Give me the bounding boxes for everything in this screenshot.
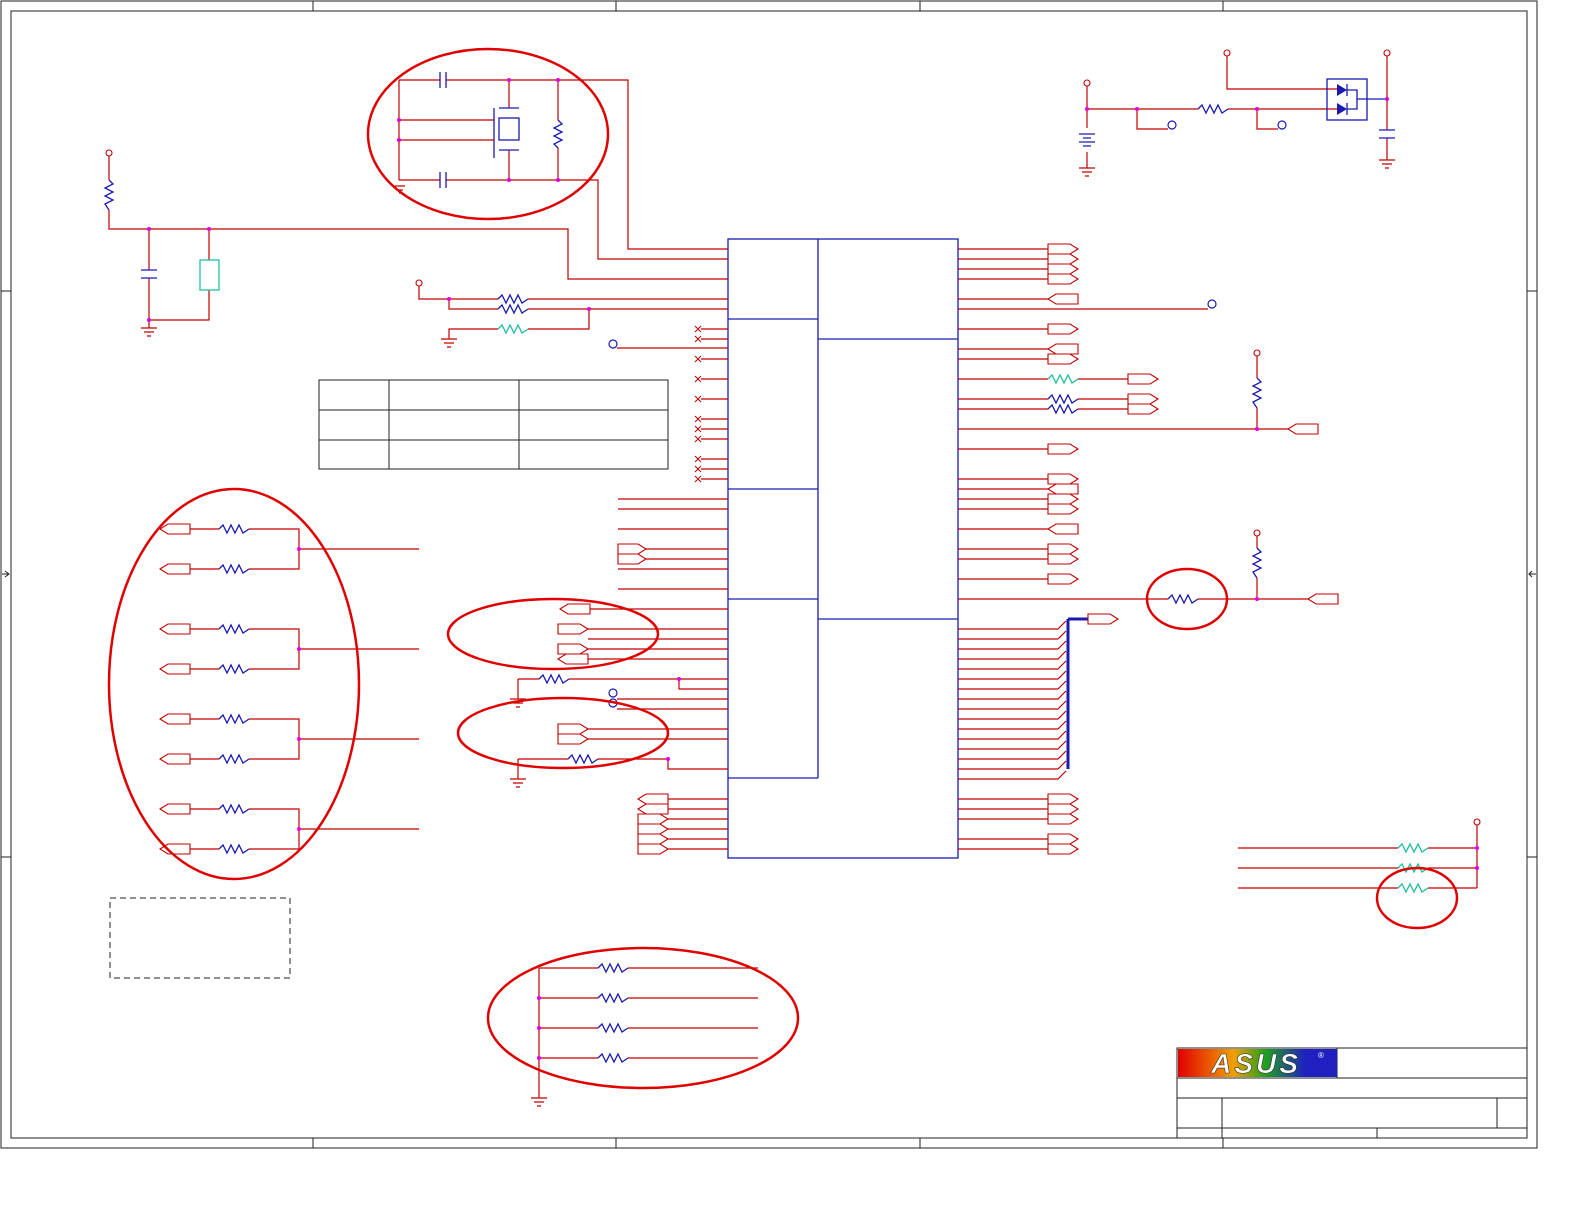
review-mark-pullup xyxy=(1375,866,1459,930)
pulldown-resistor-group xyxy=(531,962,758,1107)
pullup-resistors-right xyxy=(1238,818,1481,894)
review-mark-pulldown-group xyxy=(486,946,800,1090)
review-markups xyxy=(107,47,1459,1090)
ic-left-signals xyxy=(510,498,728,855)
logo-text: ASUS xyxy=(1210,1048,1301,1079)
ic-right-signals xyxy=(958,243,1339,605)
asus-logo: ASUS ® xyxy=(1178,1048,1337,1079)
no-connect-marks xyxy=(694,325,728,483)
strap-table xyxy=(318,379,669,470)
main-ic xyxy=(727,238,959,859)
review-mark-ports-upper xyxy=(446,597,660,671)
review-mark-termination-banks xyxy=(107,487,361,881)
schematic-sheet: ASUS ® xyxy=(0,0,1538,1149)
review-mark-crystal xyxy=(366,47,610,221)
reset-rc-circuit xyxy=(103,149,728,337)
battery-power-circuit xyxy=(1079,49,1395,177)
data-bus xyxy=(958,613,1120,855)
termination-resistor-banks xyxy=(158,523,419,855)
registered-mark: ® xyxy=(1318,1051,1324,1060)
pull-resistor-network xyxy=(415,279,728,349)
note-box xyxy=(109,897,291,979)
crystal-circuit xyxy=(395,72,728,260)
